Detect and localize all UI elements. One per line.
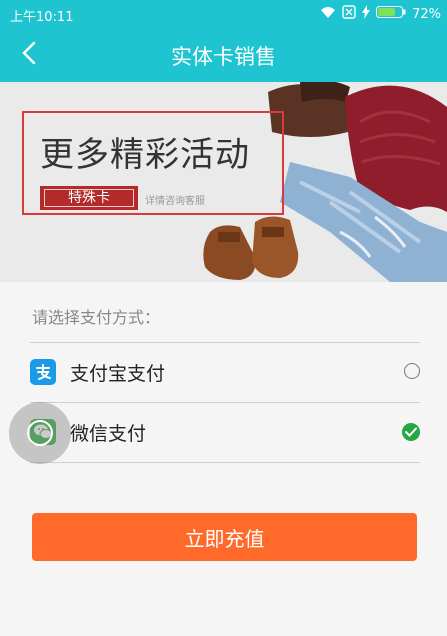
status-time: 上午10:11 bbox=[10, 10, 74, 25]
charging-icon bbox=[362, 5, 371, 23]
alipay-icon bbox=[30, 359, 56, 385]
battery-icon bbox=[376, 5, 406, 23]
wifi-icon bbox=[320, 5, 336, 23]
radio-checked-icon[interactable] bbox=[402, 423, 420, 441]
recharge-button[interactable]: 立即充值 bbox=[32, 513, 417, 561]
payment-prompt: 请选择支付方式： bbox=[32, 308, 161, 327]
banner-tag: 特殊卡 bbox=[40, 186, 138, 210]
sim-x-icon bbox=[342, 5, 356, 23]
banner-tag-label: 特殊卡 bbox=[68, 190, 110, 206]
payment-option-alipay[interactable]: 支付宝支付 bbox=[30, 343, 420, 401]
banner-note: 详情咨询客服 bbox=[145, 196, 205, 207]
touch-indicator-ring bbox=[27, 420, 53, 446]
payment-section: 请选择支付方式： 支付宝支付 微信支付 bbox=[0, 282, 447, 636]
page-title: 实体卡销售 bbox=[171, 45, 276, 69]
promo-banner[interactable]: 更多精彩活动 特殊卡 详情咨询客服 bbox=[0, 82, 447, 282]
payment-option-wechat[interactable]: 微信支付 bbox=[30, 403, 420, 461]
divider bbox=[30, 462, 420, 463]
radio-unselected-icon[interactable] bbox=[404, 363, 420, 379]
battery-percent: 72% bbox=[412, 6, 441, 22]
touch-indicator bbox=[9, 402, 71, 464]
nav-bar: 实体卡销售 bbox=[0, 28, 447, 82]
banner-headline: 更多精彩活动 bbox=[40, 135, 250, 175]
payment-option-label: 微信支付 bbox=[70, 422, 147, 445]
status-bar: 上午10:11 72% bbox=[0, 0, 447, 28]
payment-option-label: 支付宝支付 bbox=[70, 362, 166, 385]
status-icons: 72% bbox=[320, 5, 441, 23]
